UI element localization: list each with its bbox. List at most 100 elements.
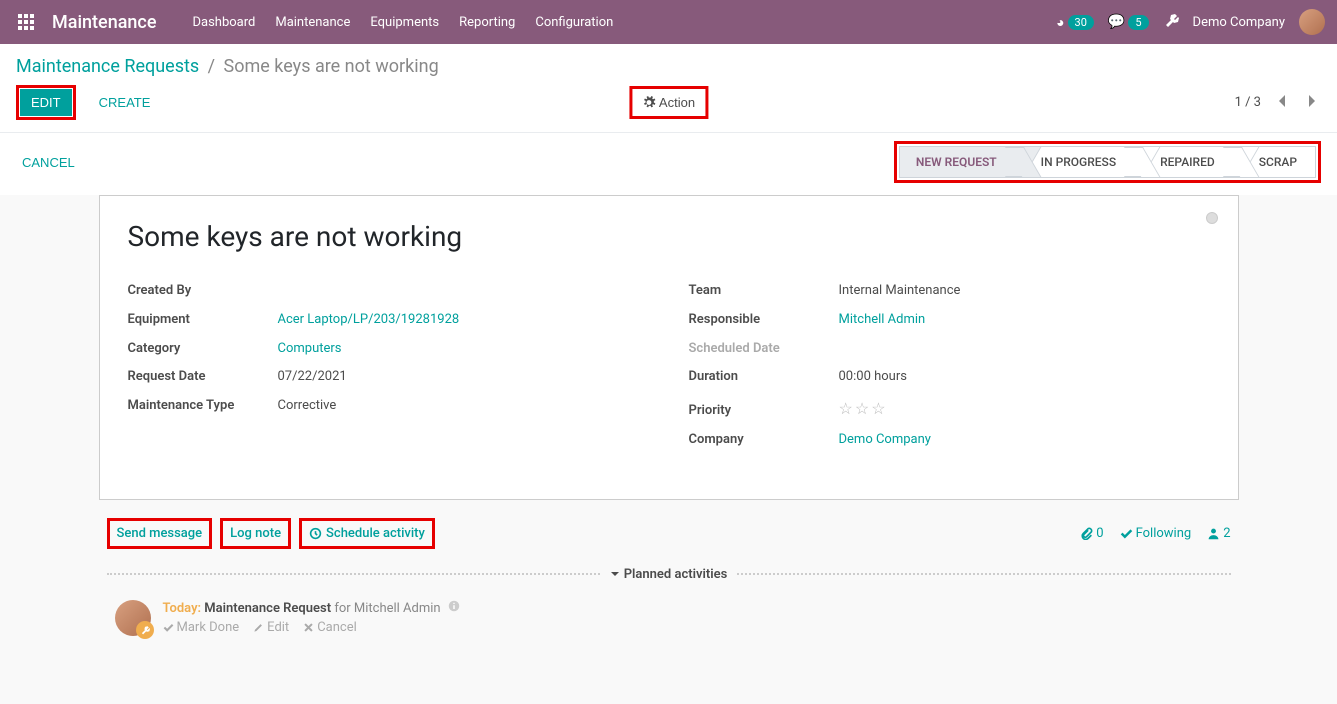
status-row: CANCEL NEW REQUEST IN PROGRESS REPAIRED … <box>0 133 1337 183</box>
label-responsible: Responsible <box>689 310 839 331</box>
form-sheet: Some keys are not working Created By Equ… <box>99 195 1239 500</box>
label-created-by: Created By <box>128 281 278 302</box>
attachments-count: 0 <box>1096 526 1103 541</box>
nav-configuration[interactable]: Configuration <box>535 15 613 30</box>
followers-count: 2 <box>1223 526 1230 541</box>
nav-menu: Dashboard Maintenance Equipments Reporti… <box>192 15 613 30</box>
attachments-button[interactable]: 0 <box>1080 526 1103 541</box>
kanban-state-button[interactable] <box>1206 212 1218 224</box>
followers-button[interactable]: 2 <box>1207 526 1230 541</box>
label-equipment: Equipment <box>128 310 278 331</box>
value-duration: 00:00 hours <box>839 367 1210 388</box>
nav-equipments[interactable]: Equipments <box>370 15 439 30</box>
pager-text[interactable]: 1 / 3 <box>1235 95 1261 110</box>
breadcrumb-current: Some keys are not working <box>224 56 439 77</box>
nav-right-tools: ◕ 30 💬 5 Demo Company <box>1056 9 1325 35</box>
wrench-icon <box>1163 12 1179 28</box>
activity-edit[interactable]: Edit <box>253 620 289 635</box>
debug-tools-button[interactable] <box>1163 12 1179 32</box>
activity-user-avatar[interactable] <box>115 600 151 636</box>
activity-summary: Today: Maintenance Request for Mitchell … <box>163 600 1223 616</box>
check-icon <box>1120 527 1133 540</box>
priority-star-3[interactable]: ☆ <box>871 396 885 422</box>
record-title: Some keys are not working <box>128 220 1210 253</box>
person-icon <box>1207 527 1220 540</box>
check-icon <box>163 622 174 633</box>
status-new-request[interactable]: NEW REQUEST <box>900 147 1015 177</box>
messages-count: 5 <box>1128 15 1148 30</box>
clock-icon: ◕ <box>1056 14 1064 31</box>
label-category: Category <box>128 339 278 360</box>
schedule-activity-button[interactable]: Schedule activity <box>303 522 431 545</box>
pencil-icon <box>253 622 264 633</box>
value-equipment[interactable]: Acer Laptop/LP/203/19281928 <box>278 310 649 331</box>
create-button[interactable]: CREATE <box>88 89 162 116</box>
control-panel: EDIT CREATE Action 1 / 3 <box>0 77 1337 133</box>
activity-edit-label: Edit <box>267 620 289 635</box>
log-note-button[interactable]: Log note <box>224 522 287 545</box>
priority-star-2[interactable]: ☆ <box>855 396 869 422</box>
planned-activities-toggle[interactable]: Planned activities <box>600 567 738 582</box>
breadcrumb-parent[interactable]: Maintenance Requests <box>16 56 199 77</box>
cancel-button[interactable]: CANCEL <box>16 151 81 174</box>
paperclip-icon <box>1080 527 1093 540</box>
send-message-button[interactable]: Send message <box>111 522 209 545</box>
breadcrumb-separator: / <box>208 56 215 77</box>
planned-activities-divider: Planned activities <box>107 567 1231 582</box>
value-maintenance-type: Corrective <box>278 396 649 417</box>
activities-count: 30 <box>1068 15 1094 30</box>
app-brand[interactable]: Maintenance <box>52 12 156 33</box>
breadcrumb-row: Maintenance Requests / Some keys are not… <box>0 44 1337 77</box>
chat-icon: 💬 <box>1108 14 1125 30</box>
apps-grid-icon <box>18 14 34 30</box>
top-navbar: Maintenance Dashboard Maintenance Equipm… <box>0 0 1337 44</box>
activity-info-icon[interactable] <box>448 601 460 616</box>
caret-down-icon <box>610 569 620 579</box>
value-request-date: 07/22/2021 <box>278 367 649 388</box>
label-maintenance-type: Maintenance Type <box>128 396 278 417</box>
value-priority: ☆ ☆ ☆ <box>839 396 1210 422</box>
value-company[interactable]: Demo Company <box>839 430 1210 451</box>
activity-item: Today: Maintenance Request for Mitchell … <box>107 596 1231 640</box>
label-company: Company <box>689 430 839 451</box>
activity-cancel-label: Cancel <box>317 620 357 635</box>
nav-reporting[interactable]: Reporting <box>459 15 515 30</box>
action-label: Action <box>659 95 695 110</box>
label-priority: Priority <box>689 401 839 422</box>
following-label: Following <box>1136 526 1192 541</box>
planned-activities-label: Planned activities <box>624 567 728 582</box>
breadcrumb: Maintenance Requests / Some keys are not… <box>16 56 439 77</box>
nav-maintenance[interactable]: Maintenance <box>275 15 350 30</box>
action-dropdown[interactable]: Action <box>633 90 704 115</box>
schedule-activity-label: Schedule activity <box>326 526 425 541</box>
edit-button[interactable]: EDIT <box>20 89 72 116</box>
pager-next[interactable] <box>1303 93 1321 112</box>
value-responsible[interactable]: Mitchell Admin <box>839 310 1210 331</box>
form-right-column: TeamInternal Maintenance ResponsibleMitc… <box>689 281 1210 459</box>
priority-star-1[interactable]: ☆ <box>839 396 853 422</box>
pager-prev[interactable] <box>1273 93 1291 112</box>
x-icon <box>303 622 314 633</box>
chevron-left-icon <box>1277 94 1287 108</box>
label-request-date: Request Date <box>128 367 278 388</box>
value-category[interactable]: Computers <box>278 339 649 360</box>
form-container: Some keys are not working Created By Equ… <box>0 195 1337 704</box>
activity-due-today: Today: <box>163 601 202 616</box>
following-button[interactable]: Following <box>1120 526 1192 541</box>
chatter-topbar: Send message Log note Schedule activity … <box>107 512 1231 561</box>
clock-icon <box>309 527 322 540</box>
label-duration: Duration <box>689 367 839 388</box>
messages-indicator[interactable]: 💬 5 <box>1108 14 1149 30</box>
user-avatar[interactable] <box>1299 9 1325 35</box>
activity-mark-done[interactable]: Mark Done <box>163 620 240 635</box>
label-scheduled-date: Scheduled Date <box>689 339 839 360</box>
company-switcher[interactable]: Demo Company <box>1193 15 1285 30</box>
mark-done-label: Mark Done <box>177 620 240 635</box>
activities-indicator[interactable]: ◕ 30 <box>1056 14 1094 31</box>
activity-cancel[interactable]: Cancel <box>303 620 357 635</box>
form-left-column: Created By EquipmentAcer Laptop/LP/203/1… <box>128 281 649 459</box>
value-team: Internal Maintenance <box>839 281 1210 302</box>
apps-menu-button[interactable] <box>12 8 40 36</box>
nav-dashboard[interactable]: Dashboard <box>192 15 255 30</box>
gear-icon <box>642 96 655 109</box>
